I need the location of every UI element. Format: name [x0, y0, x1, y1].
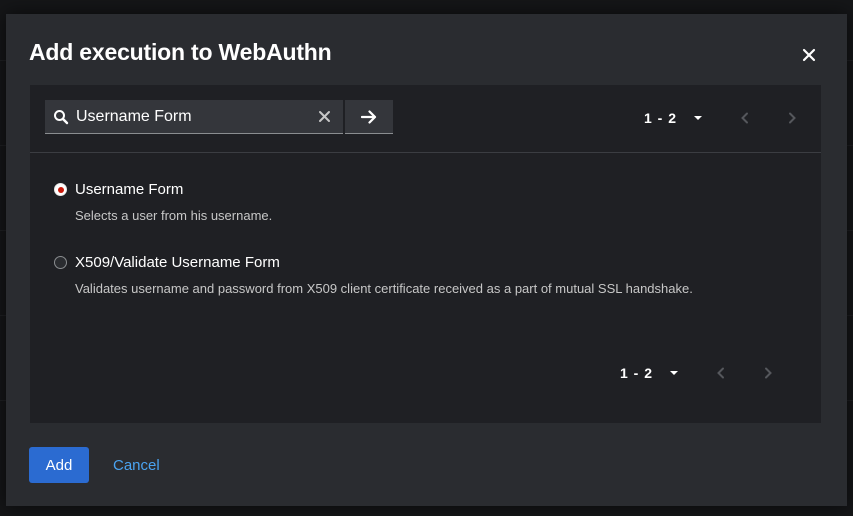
- add-execution-modal: Add execution to WebAuthn Username Form …: [6, 14, 847, 506]
- option-label[interactable]: X509/Validate Username Form: [75, 254, 280, 271]
- pagination-top: 1 - 2: [644, 108, 797, 128]
- arrow-right-icon: [361, 110, 377, 124]
- caret-down-icon[interactable]: [693, 113, 703, 123]
- option-description: Selects a user from his username.: [75, 208, 273, 223]
- add-button[interactable]: Add: [29, 447, 89, 483]
- pagination-count[interactable]: 1 - 2: [644, 110, 677, 126]
- next-page-icon[interactable]: [787, 112, 797, 124]
- next-page-icon[interactable]: [763, 367, 773, 379]
- radio-unselected[interactable]: [54, 256, 67, 269]
- search-icon: [54, 110, 69, 125]
- close-button[interactable]: [801, 47, 817, 63]
- close-icon: [802, 48, 816, 62]
- clear-search-icon[interactable]: [318, 110, 331, 123]
- radio-selected[interactable]: [54, 183, 67, 196]
- search-input[interactable]: [76, 100, 312, 133]
- search-box: [45, 100, 343, 134]
- previous-page-icon[interactable]: [716, 367, 726, 379]
- option-label[interactable]: Username Form: [75, 181, 183, 198]
- previous-page-icon[interactable]: [740, 112, 750, 124]
- pagination-bottom: 1 - 2: [620, 363, 773, 383]
- pagination-count[interactable]: 1 - 2: [620, 365, 653, 381]
- selection-panel: 1 - 2 Username Form Selects a user from …: [30, 85, 821, 423]
- search-submit-button[interactable]: [345, 100, 393, 134]
- caret-down-icon[interactable]: [669, 368, 679, 378]
- toolbar: 1 - 2: [30, 85, 821, 153]
- modal-title: Add execution to WebAuthn: [29, 39, 332, 65]
- cancel-button[interactable]: Cancel: [113, 447, 160, 483]
- option-description: Validates username and password from X50…: [75, 281, 693, 296]
